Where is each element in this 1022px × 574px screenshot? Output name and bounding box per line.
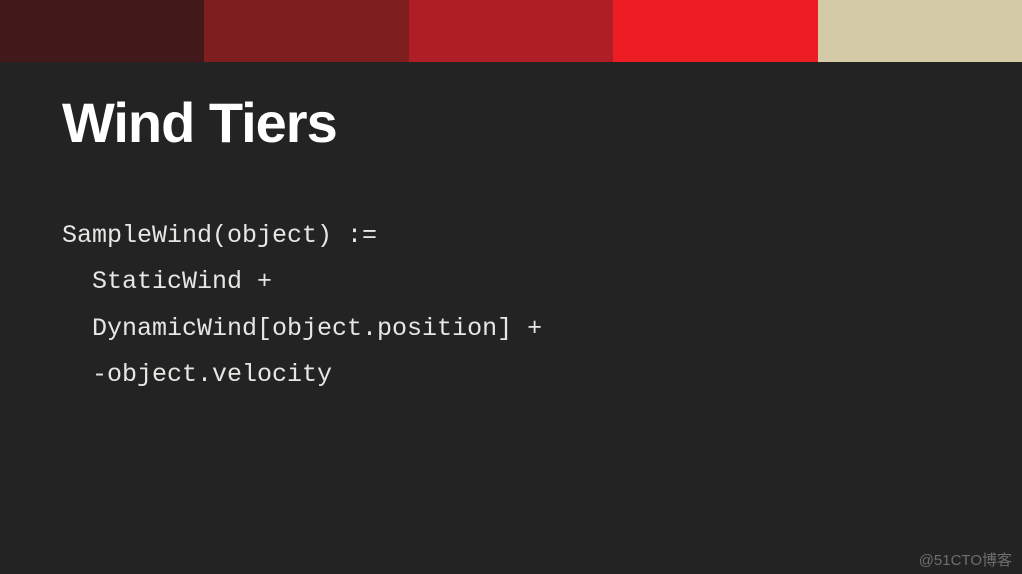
watermark: @51CTO博客 — [919, 549, 1012, 570]
color-segment-3 — [409, 0, 613, 62]
color-segment-4 — [613, 0, 817, 62]
color-segment-2 — [204, 0, 408, 62]
color-segment-1 — [0, 0, 204, 62]
color-bar — [0, 0, 1022, 62]
slide-content: Wind Tiers SampleWind(object) := StaticW… — [0, 62, 1022, 398]
slide-title: Wind Tiers — [62, 90, 960, 155]
code-block: SampleWind(object) := StaticWind + Dynam… — [62, 213, 960, 398]
color-segment-5 — [818, 0, 1022, 62]
